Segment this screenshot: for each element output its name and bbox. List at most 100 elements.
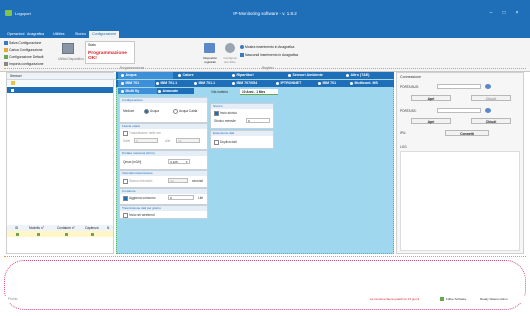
medium-acqua-calda-radio[interactable] [173, 109, 179, 115]
gear-icon[interactable] [225, 43, 235, 53]
duplica-label: Duplica dati [220, 140, 237, 144]
fascia-header: Fascia oraria [120, 124, 207, 129]
menu-anagrafica[interactable]: Anagrafica [24, 31, 47, 38]
default-config-button[interactable]: Configurazione Default [4, 55, 44, 60]
load-config-button[interactable]: Carica Configurazione [4, 48, 43, 53]
invio-storico-checkbox[interactable] [214, 111, 220, 117]
porta-bus-select[interactable] [437, 84, 481, 89]
menu-utilities[interactable]: Utilities [50, 31, 68, 38]
aggiorna-label: Aggiorna consumo [129, 196, 156, 200]
menu-bar: Operazioni Anagrafica Utilities Storico … [0, 30, 530, 38]
tab-ripartitori[interactable]: Ripartitori [232, 72, 254, 79]
fascia-checkbox-label: Trasmissione nelle ore [129, 131, 161, 135]
connection-title: Connessione [400, 75, 421, 79]
connetti-button[interactable]: Connetti [445, 130, 489, 136]
qmax-label: Qmax [m3/h] [123, 160, 142, 164]
stato-value: Programmazione OK! [88, 51, 127, 61]
stato-box: Stato Programmazione OK! [85, 41, 135, 64]
eye-icon [240, 45, 244, 50]
chevron-down-icon[interactable]: ▾ [186, 160, 188, 164]
alle-input[interactable]: 23 [176, 138, 200, 143]
config-group: Configurazione Medium Acqua Acqua Calda [119, 97, 208, 123]
apri-bs-button[interactable]: Apri [411, 118, 451, 124]
maximize-button[interactable]: □ [499, 9, 509, 17]
save-config-button[interactable]: Salva Configurazione [4, 41, 41, 46]
minimize-button[interactable]: – [486, 9, 496, 17]
medium-label: Medium [123, 109, 135, 113]
tab-avanzate[interactable]: Avanzate [158, 88, 178, 94]
import-config-button[interactable]: Importa configurazione [4, 62, 44, 67]
save-icon [4, 41, 8, 46]
add-row-icon [16, 232, 19, 236]
vita-batteria-label: Vita batteria [211, 90, 228, 94]
add-row-icon [91, 232, 94, 236]
status-right: Ready Stiama ultimo [480, 297, 508, 301]
tab-model-3[interactable]: IBM 701.1 [194, 80, 215, 87]
invio-storico-label: Invio storico [220, 111, 238, 115]
stacca-checkbox[interactable] [123, 179, 129, 185]
storico-mensile-input[interactable]: 0 [246, 118, 270, 123]
grid-filter-row[interactable] [7, 80, 113, 86]
hide-icon [240, 53, 244, 58]
device-utility-icon[interactable] [62, 43, 74, 54]
aggiorna-input[interactable]: 0 [168, 195, 194, 200]
fascia-oraria-group: Fascia oraria Trasmissione nelle ore Dal… [119, 123, 208, 150]
tab-model-2[interactable]: IBM 701.1 [156, 80, 177, 87]
device-utility-label: Utilita Dispositivo [58, 57, 84, 61]
log-area[interactable] [400, 151, 520, 251]
tab-model-6[interactable]: IBM 701 [318, 80, 336, 87]
vita-batteria-value: 10 Anni - 1 Mes [240, 89, 278, 95]
medium-acqua-label: Acqua [150, 109, 160, 113]
tab-multi-sy[interactable]: Multi Sy [118, 88, 157, 94]
tab-model-5[interactable]: IPTRONNET [276, 80, 301, 87]
duplica-checkbox[interactable] [214, 140, 220, 146]
tab-altro[interactable]: Altro (T&E) [346, 72, 369, 79]
refresh-icon[interactable] [485, 108, 491, 113]
grid-new-row[interactable] [7, 231, 113, 237]
status-left: Pronto [8, 297, 18, 301]
menu-storico[interactable]: Storico [72, 31, 89, 38]
tab-model-7[interactable]: Multicont. MS [350, 80, 378, 87]
storico-mensile-label: Storico mensile [214, 119, 236, 123]
grid-top-header: Sensori [7, 73, 116, 80]
chiudi-bs-button[interactable]: Chiudi [471, 118, 511, 124]
tab-calore[interactable]: Calore [178, 72, 194, 79]
refresh-icon[interactable] [485, 84, 491, 89]
status-mid: Fdfue Software [446, 297, 467, 301]
dalle-input[interactable]: 0 [134, 138, 158, 143]
apri-bus-button[interactable]: Apri [411, 95, 451, 101]
weekend-checkbox[interactable] [123, 212, 129, 218]
row-marker-icon [11, 88, 14, 92]
folder-icon [4, 48, 8, 53]
chiudi-bus-button[interactable]: Chiudi [471, 95, 511, 101]
fascia-checkbox[interactable] [123, 131, 129, 137]
close-button[interactable]: × [512, 9, 522, 17]
alle-label: Alle [165, 139, 171, 143]
tab-model-1[interactable]: IBM 701 [118, 80, 155, 87]
sensor-grid-panel: Sensori ID Modello n° Contatore n° Capie… [6, 72, 116, 254]
porta-bs-label: PORTA BS: [400, 109, 417, 113]
intervallo-group: Intervallo trasmissione Stacca intervall… [119, 170, 208, 188]
dotted-divider [4, 68, 526, 69]
tab-model-4[interactable]: IBM 707/054 [232, 80, 257, 87]
stacca-label: Stacca intervallo [129, 179, 153, 183]
porta-bs-select[interactable] [437, 108, 481, 113]
log-label: LOG [400, 145, 407, 149]
sub-tabs: Multi Sy Avanzate [118, 88, 194, 94]
tab-acqua[interactable]: Acqua [118, 72, 173, 79]
weekend-label: Invia nei weekend [129, 212, 155, 217]
default-icon [4, 55, 8, 60]
configure-site-label: Configura sito Ethe [223, 56, 237, 64]
devices-icon[interactable] [204, 43, 215, 53]
menu-configurazione[interactable]: Configurazione [89, 31, 120, 38]
grid-selected-row[interactable] [7, 87, 113, 93]
medium-acqua-radio[interactable] [144, 109, 150, 115]
title-bar: Logoport IP-Monitoring software - v. 1.8… [0, 0, 530, 30]
mostra-anagrafica-button[interactable]: Mostra inserimento in Anagrafica [240, 45, 294, 50]
aggiorna-checkbox[interactable] [123, 196, 129, 202]
estensione-header: Estensione dati [211, 131, 273, 136]
filter-icon [11, 81, 15, 85]
tab-sensori-ambiente[interactable]: Sensori Ambiente [288, 72, 323, 79]
stacca-input[interactable]: 20 [168, 178, 188, 183]
nascondi-anagrafica-button[interactable]: Nascondi inserimento in Anagrafica [240, 53, 298, 58]
